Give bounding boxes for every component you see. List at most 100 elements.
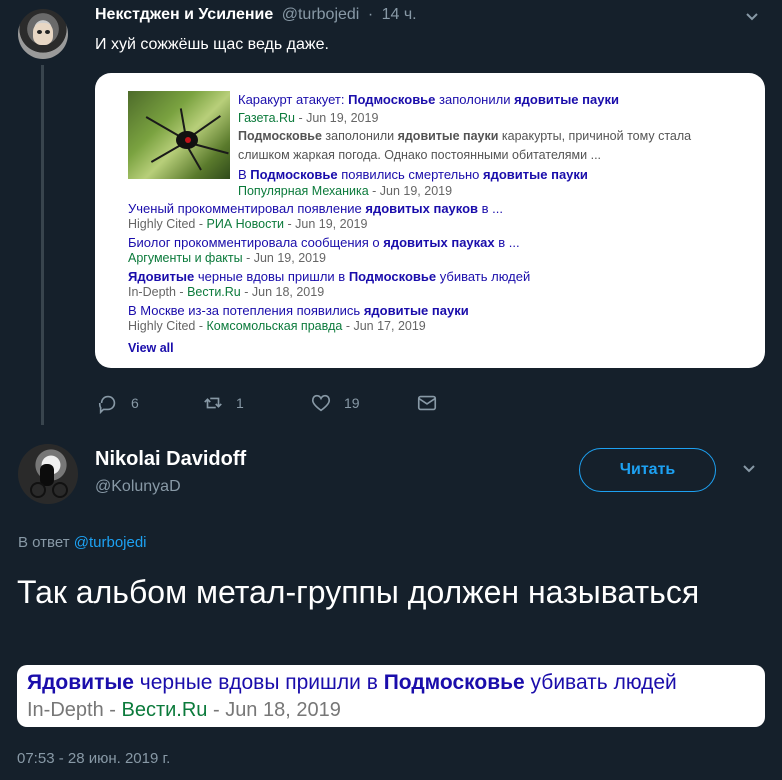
crop-headline-part: Ядовитые: [27, 671, 134, 694]
snippet-part: заполонили: [321, 129, 398, 143]
separator-dot: ·: [367, 6, 374, 23]
headline-part: Подмосковье: [250, 167, 338, 182]
source-name[interactable]: Комсомольская правда: [207, 319, 343, 333]
cropped-news-image[interactable]: Ядовитые черные вдовы пришли в Подмосков…: [17, 665, 765, 727]
source-prefix: Highly Cited -: [128, 319, 207, 333]
spider-thumbnail[interactable]: [128, 91, 230, 179]
source-name[interactable]: Газета.Ru: [238, 111, 295, 125]
crop-headline-part: черные вдовы пришли в: [133, 671, 384, 694]
source-separator: -: [368, 184, 380, 198]
headline-part: заполонили: [435, 92, 515, 107]
chevron-down-icon[interactable]: [741, 460, 757, 481]
news-headline-link[interactable]: Ученый прокомментировал появление ядовит…: [128, 201, 503, 216]
dm-action[interactable]: [416, 392, 438, 414]
tweet-header: Некстджен и Усиление @turbojedi · 14 ч.: [95, 6, 417, 24]
reply-icon: [98, 395, 116, 414]
crop-headline: Ядовитые черные вдовы пришли в Подмосков…: [27, 671, 677, 695]
headline-part: Подмосковье: [348, 92, 436, 107]
source-prefix: In-Depth -: [128, 285, 188, 299]
news-headline-link[interactable]: В Подмосковье появились смертельно ядови…: [238, 167, 588, 182]
avatar-wheel: [52, 482, 68, 498]
headline-part: ядовитые пауки: [514, 92, 619, 107]
display-name[interactable]: Некстджен и Усиление: [95, 6, 273, 23]
source-date: Jun 17, 2019: [353, 319, 426, 333]
like-action[interactable]: 19: [310, 392, 360, 414]
headline-part: ядовитые пауки: [363, 303, 469, 318]
headline-part: Биолог прокомментировала сообщения о: [128, 235, 384, 250]
reply-count: 6: [131, 395, 139, 411]
avatar[interactable]: [18, 9, 68, 59]
crop-headline-part: Подмосковье: [383, 671, 525, 694]
source-separator: -: [240, 285, 252, 299]
reply-context: В ответ @turbojedi: [18, 534, 147, 551]
news-source-line: Highly Cited - Комсомольская правда - Ju…: [128, 319, 426, 333]
headline-part: в ...: [478, 201, 504, 216]
headline-part: Ученый прокомментировал появление: [128, 201, 366, 216]
reply-action[interactable]: 6: [97, 392, 139, 414]
reply-handle-link[interactable]: @turbojedi: [74, 534, 147, 551]
tweet-timestamp[interactable]: 07:53 - 28 июн. 2019 г.: [17, 750, 170, 767]
spider-mark: [185, 137, 191, 143]
retweet-count: 1: [236, 395, 244, 411]
headline-part: В Москве из-за потепления появились: [128, 303, 364, 318]
tweet-text: Так альбом метал-группы должен называтьс…: [17, 574, 700, 610]
crop-meta: In-Depth - Вести.Ru - Jun 18, 2019: [27, 699, 341, 722]
news-source-line: Аргументы и факты - Jun 19, 2019: [128, 251, 326, 265]
news-source-line: Highly Cited - РИА Новости - Jun 19, 201…: [128, 217, 367, 231]
reply-prefix: В ответ: [18, 534, 74, 551]
dm-icon: [417, 395, 437, 411]
headline-part: в ...: [494, 235, 520, 250]
headline-part: Каракурт атакует:: [238, 92, 349, 107]
tweet-text: И хуй сожжёшь щас ведь даже.: [95, 36, 329, 53]
retweet-action[interactable]: 1: [202, 392, 244, 414]
crop-date: Jun 18, 2019: [225, 699, 341, 721]
news-source-line: Популярная Механика - Jun 19, 2019: [238, 184, 452, 198]
avatar[interactable]: [18, 444, 78, 504]
news-headline-link[interactable]: В Москве из-за потепления появились ядов…: [128, 303, 469, 318]
user-handle[interactable]: @turbojedi: [282, 6, 360, 23]
source-name[interactable]: РИА Новости: [207, 217, 285, 231]
news-card[interactable]: Каракурт атакует: Подмосковье заполонили…: [95, 73, 765, 368]
news-headline-link[interactable]: Биолог прокомментировала сообщения о ядо…: [128, 235, 520, 250]
headline-part: убивать людей: [436, 269, 531, 284]
crop-headline-part: убивать людей: [524, 671, 677, 694]
source-separator: -: [284, 217, 296, 231]
avatar-face: [33, 23, 53, 45]
source-separator: -: [295, 111, 307, 125]
crop-meta-prefix: In-Depth -: [27, 699, 122, 721]
snippet-part: Подмосковье: [238, 129, 322, 143]
follow-button[interactable]: Читать: [579, 448, 716, 492]
like-count: 19: [344, 395, 360, 411]
crop-separator: -: [207, 699, 226, 721]
thread-line: [41, 65, 44, 425]
source-prefix: Highly Cited -: [128, 217, 207, 231]
news-headline-link[interactable]: Ядовитые черные вдовы пришли в Подмосков…: [128, 269, 530, 284]
tweet-time[interactable]: 14 ч.: [382, 6, 417, 23]
source-date: Jun 18, 2019: [251, 285, 325, 299]
like-icon: [311, 394, 331, 412]
view-all-link[interactable]: View all: [128, 341, 174, 355]
source-date: Jun 19, 2019: [295, 217, 368, 231]
crop-source: Вести.Ru: [121, 699, 208, 721]
headline-part: Ядовитые: [128, 269, 195, 284]
news-snippet: Подмосковье заполонили ядовитые пауки ка…: [238, 127, 733, 165]
news-headline-link[interactable]: Каракурт атакует: Подмосковье заполонили…: [238, 92, 619, 107]
source-name[interactable]: Вести.Ru: [187, 285, 241, 299]
source-date: Jun 19, 2019: [306, 111, 379, 125]
chevron-down-icon[interactable]: [744, 8, 760, 29]
display-name[interactable]: Nikolai Davidoff: [95, 448, 246, 471]
headline-part: появились смертельно: [337, 167, 484, 182]
snippet-part: ядовитые пауки: [397, 129, 499, 143]
user-handle[interactable]: @KolunyaD: [95, 478, 181, 496]
source-name[interactable]: Аргументы и факты: [128, 251, 243, 265]
avatar-eye: [45, 30, 50, 34]
headline-part: черные вдовы пришли в: [194, 269, 349, 284]
avatar-eye: [37, 30, 42, 34]
headline-part: ядовитые пауки: [483, 167, 588, 182]
source-separator: -: [342, 319, 354, 333]
avatar-wheel: [30, 482, 46, 498]
retweet-icon: [204, 397, 222, 409]
headline-part: ядовитых пауков: [365, 201, 479, 216]
source-name[interactable]: Популярная Механика: [238, 184, 369, 198]
news-source-line: In-Depth - Вести.Ru - Jun 18, 2019: [128, 285, 324, 299]
